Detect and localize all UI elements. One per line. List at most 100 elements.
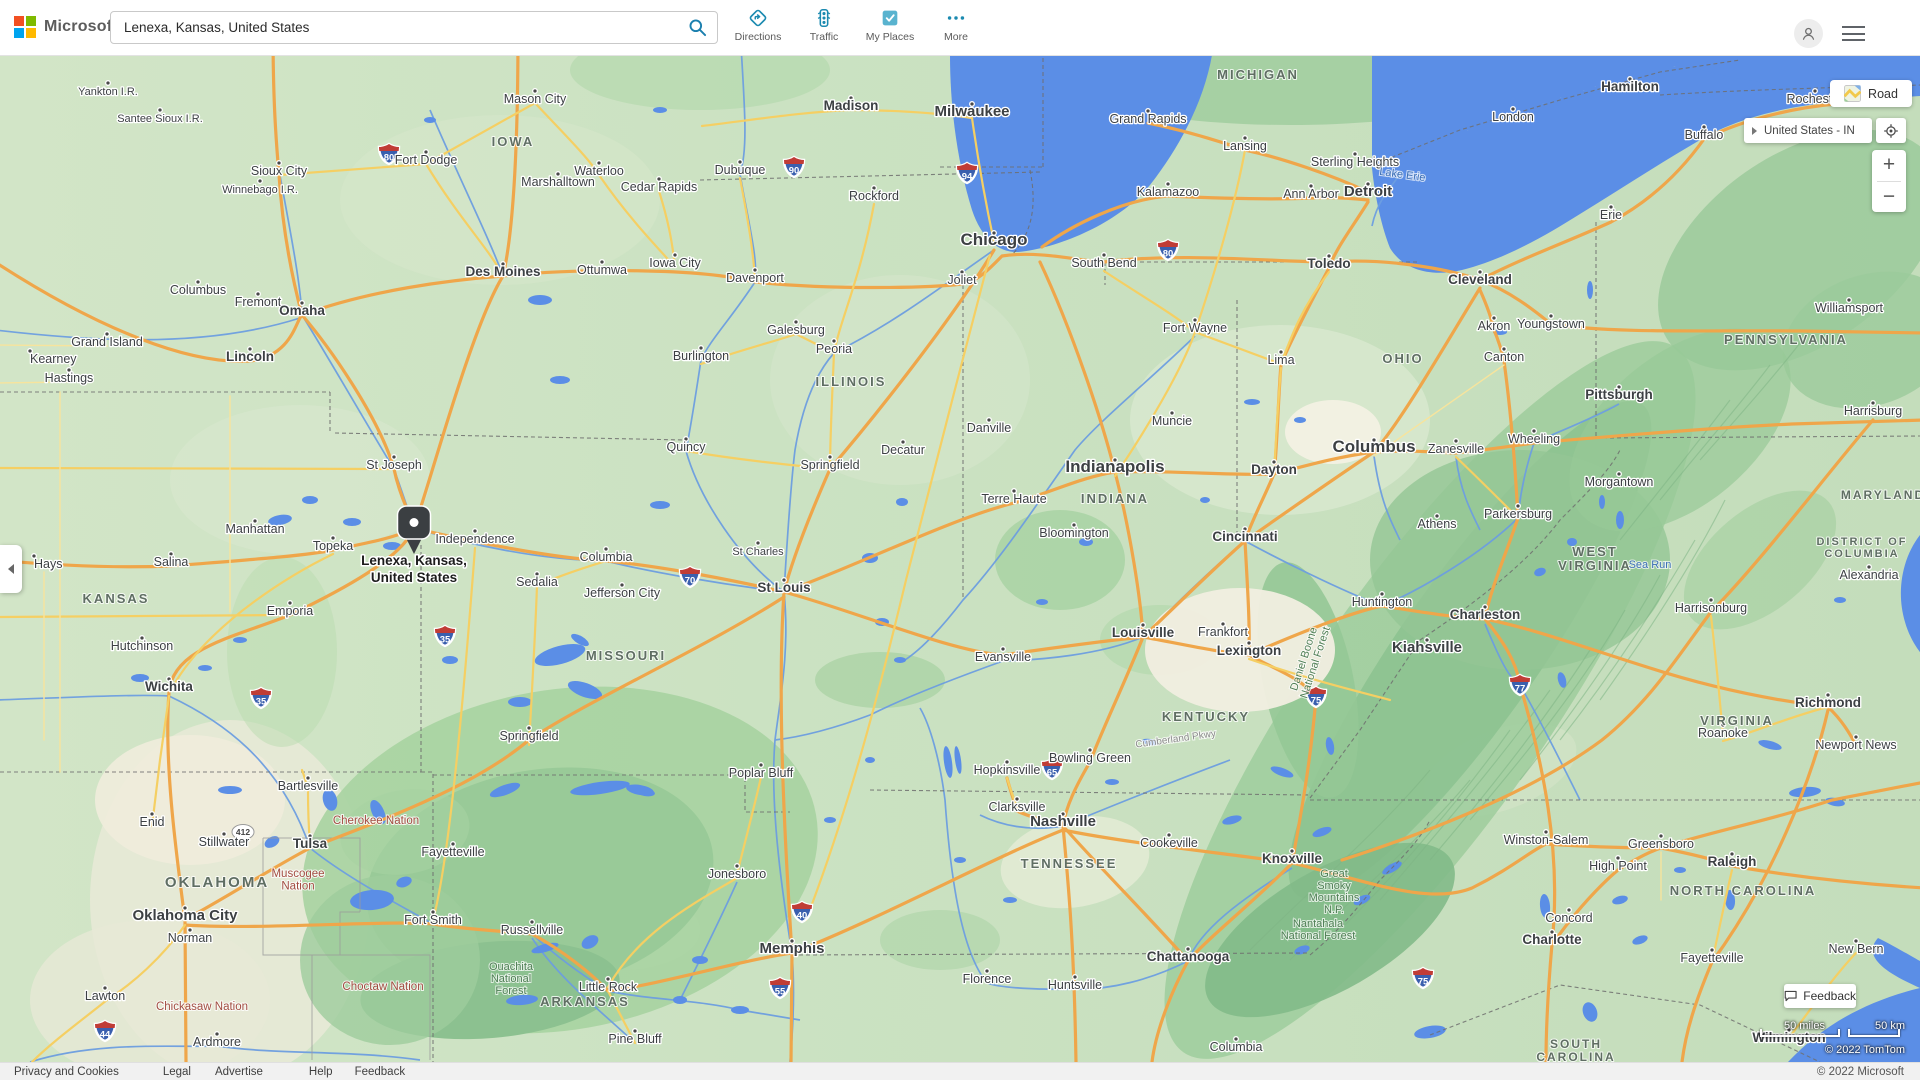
traffic-button[interactable]: Traffic bbox=[796, 7, 852, 43]
map-label: Hastings bbox=[45, 371, 94, 385]
map-label: Chickasaw Nation bbox=[156, 1001, 248, 1013]
map-label: Columbus bbox=[170, 283, 226, 297]
map-label: Chattanooga bbox=[1147, 949, 1230, 964]
map-label: New Bern bbox=[1829, 942, 1884, 956]
map-label: Erie bbox=[1600, 208, 1622, 222]
map-label: Kalamazoo bbox=[1137, 185, 1200, 199]
top-navigation: Directions Traffic My Places bbox=[730, 7, 984, 43]
map-label: Santee Sioux I.R. bbox=[117, 113, 203, 125]
map-label: Fayetteville bbox=[1680, 951, 1743, 965]
svg-text:75: 75 bbox=[1418, 977, 1429, 988]
city-dot bbox=[106, 81, 111, 86]
map-label: Bloomington bbox=[1039, 526, 1109, 540]
map-label: South Bend bbox=[1071, 256, 1136, 270]
map-label: Cleveland bbox=[1448, 272, 1512, 287]
my-places-icon bbox=[879, 7, 901, 29]
panel-collapse-tab[interactable] bbox=[0, 545, 22, 593]
scale-km-bar bbox=[1848, 1028, 1900, 1037]
map-label: St Charles bbox=[732, 546, 784, 558]
map-label: Choctaw Nation bbox=[342, 981, 423, 993]
traffic-icon bbox=[813, 7, 835, 29]
map-label: Cookeville bbox=[1140, 836, 1198, 850]
map-label: Chicago bbox=[960, 230, 1027, 249]
map-label: Manhattan bbox=[225, 522, 284, 536]
map-label: Davenport bbox=[726, 271, 784, 285]
footer-link-advertise[interactable]: Advertise bbox=[215, 1066, 263, 1078]
map-label: Parkersburg bbox=[1484, 507, 1552, 521]
map-style-label: Road bbox=[1868, 87, 1898, 101]
nav-label: Traffic bbox=[810, 31, 839, 43]
my-places-button[interactable]: My Places bbox=[862, 7, 918, 43]
svg-text:40: 40 bbox=[797, 911, 808, 922]
city-dot bbox=[756, 541, 761, 546]
zoom-in-button[interactable]: + bbox=[1872, 150, 1906, 181]
footer-link-legal[interactable]: Legal bbox=[163, 1066, 191, 1078]
map-label: Hays bbox=[34, 557, 62, 571]
footer-bar: Privacy and Cookies Legal Advertise Help… bbox=[0, 1062, 1920, 1080]
map-label: Madison bbox=[824, 98, 879, 113]
map-label: Alexandria bbox=[1839, 568, 1898, 582]
pin-label: Lenexa, Kansas, bbox=[361, 553, 467, 568]
map-label: Canton bbox=[1484, 350, 1524, 364]
map-label: Zanesville bbox=[1428, 442, 1484, 456]
search-button[interactable] bbox=[677, 13, 717, 42]
footer-link-privacy[interactable]: Privacy and Cookies bbox=[14, 1066, 119, 1078]
map-label: Cherokee Nation bbox=[333, 815, 419, 827]
map-label: Independence bbox=[435, 532, 514, 546]
bing-maps-app: 8090948070353544405565757577412 Sioux Ci… bbox=[0, 0, 1920, 1080]
search-input[interactable] bbox=[111, 20, 677, 35]
locale-selector[interactable]: United States - IN bbox=[1744, 118, 1872, 143]
map-label: Hopkinsville bbox=[974, 763, 1041, 777]
map-style-button[interactable]: Road bbox=[1830, 80, 1912, 107]
more-button[interactable]: More bbox=[928, 7, 984, 43]
map-label: Fayetteville bbox=[421, 845, 484, 859]
city-dot bbox=[258, 179, 263, 184]
map-label: PENNSYLVANIA bbox=[1724, 332, 1848, 347]
account-avatar[interactable] bbox=[1794, 19, 1823, 48]
map-label: Huntsville bbox=[1048, 978, 1102, 992]
map-label: Huntington bbox=[1352, 595, 1413, 609]
svg-text:80: 80 bbox=[1163, 249, 1174, 260]
map-label: Tulsa bbox=[293, 836, 328, 851]
footer-copyright: © 2022 Microsoft bbox=[1817, 1066, 1904, 1078]
map-label: Kiahsville bbox=[1392, 639, 1462, 656]
map-label: Harrisonburg bbox=[1675, 601, 1747, 615]
map-label: Louisville bbox=[1112, 625, 1175, 640]
locate-icon bbox=[1883, 123, 1899, 139]
footer-link-feedback[interactable]: Feedback bbox=[355, 1066, 406, 1078]
map-label: Cincinnati bbox=[1212, 529, 1277, 544]
map-label: Ottumwa bbox=[577, 263, 627, 277]
directions-button[interactable]: Directions bbox=[730, 7, 786, 43]
road-style-icon bbox=[1844, 85, 1861, 102]
zoom-out-button[interactable]: − bbox=[1872, 182, 1906, 213]
search-box[interactable] bbox=[110, 11, 718, 44]
map-label: Muncie bbox=[1152, 414, 1192, 428]
map-label: Terre Haute bbox=[981, 492, 1046, 506]
map-label: Fort Smith bbox=[404, 913, 462, 927]
map-label: Akron bbox=[1478, 319, 1511, 333]
map-label: Iowa City bbox=[649, 256, 701, 270]
map-label: St Louis bbox=[757, 580, 810, 595]
map-label: Greensboro bbox=[1628, 837, 1694, 851]
map-label: Jefferson City bbox=[584, 586, 661, 600]
svg-text:44: 44 bbox=[100, 1030, 111, 1041]
map-label: Charleston bbox=[1450, 607, 1521, 622]
locate-me-button[interactable] bbox=[1876, 118, 1906, 143]
map-canvas[interactable]: 8090948070353544405565757577412 Sioux Ci… bbox=[0, 0, 1920, 1062]
map-label: Athens bbox=[1418, 517, 1457, 531]
map-label: Oklahoma City bbox=[132, 907, 238, 924]
map-label: TENNESSEE bbox=[1021, 856, 1118, 871]
menu-button[interactable] bbox=[1842, 26, 1865, 41]
map-label: Winston-Salem bbox=[1504, 833, 1589, 847]
map-label: Evansville bbox=[975, 650, 1031, 664]
footer-link-help[interactable]: Help bbox=[309, 1066, 333, 1078]
svg-text:75: 75 bbox=[1311, 696, 1322, 707]
map-label: Norman bbox=[168, 931, 213, 945]
map-feedback-button[interactable]: Feedback bbox=[1784, 984, 1856, 1008]
svg-text:94: 94 bbox=[962, 172, 973, 183]
map-label: Pittsburgh bbox=[1585, 387, 1653, 402]
map-label: Galesburg bbox=[767, 323, 825, 337]
map-label: Columbia bbox=[1210, 1040, 1263, 1054]
map-label: Enid bbox=[139, 815, 164, 829]
svg-text:77: 77 bbox=[1515, 684, 1526, 695]
